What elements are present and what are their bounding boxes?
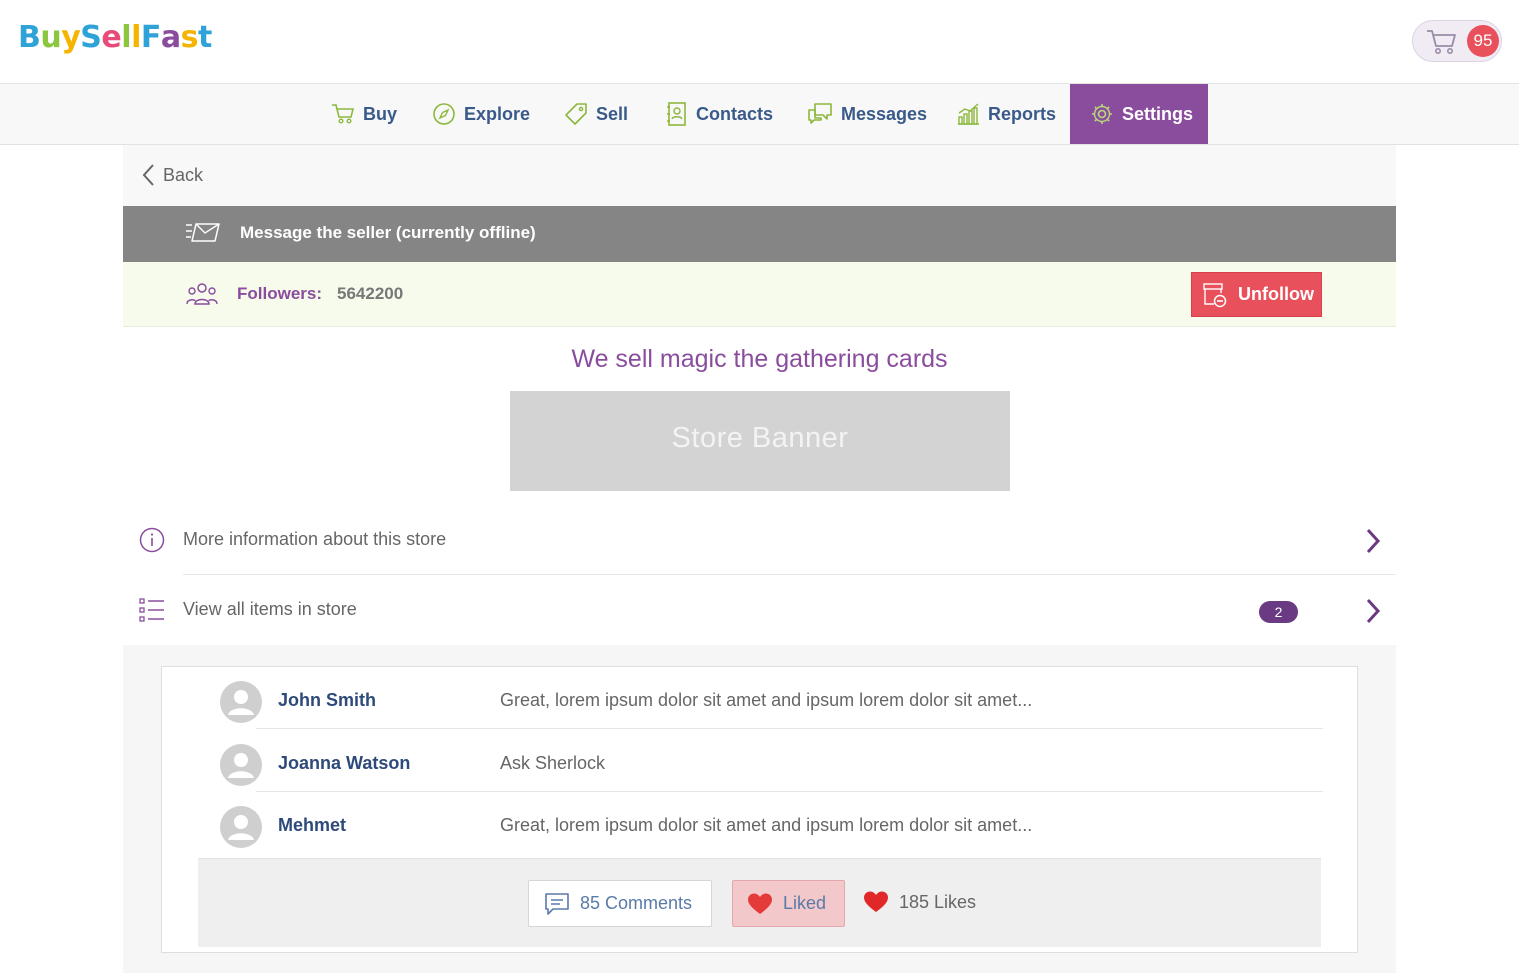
nav-label: Settings: [1122, 103, 1194, 124]
comment-text: Great, lorem ipsum dolor sit amet and ip…: [500, 690, 1033, 710]
liked-button[interactable]: Liked: [732, 880, 845, 927]
logo-letter: S: [80, 20, 102, 55]
logo-letter: s: [180, 20, 199, 55]
likes-count-label: 185 Likes: [899, 891, 977, 912]
heart-icon: [748, 893, 772, 914]
logo-letter: e: [101, 20, 122, 55]
nav-label: Contacts: [696, 103, 774, 124]
chevron-right-icon: [1366, 598, 1381, 624]
divider: [256, 728, 1323, 729]
gear-icon: [1092, 104, 1112, 124]
followers-count: 5642200: [337, 284, 404, 303]
comment-text: Ask Sherlock: [500, 753, 606, 773]
comment-item: Mehmet Great, lorem ipsum dolor sit amet…: [198, 792, 1323, 854]
message-seller-label: Message the seller (currently offline): [240, 223, 536, 242]
followers-icon: [186, 283, 218, 305]
back-bar: Back: [123, 145, 1396, 206]
back-button[interactable]: Back: [141, 163, 203, 187]
nav-label: Explore: [464, 103, 531, 124]
tag-icon: [565, 103, 587, 125]
view-all-items-label: View all items in store: [183, 599, 357, 619]
comment-text: Great, lorem ipsum dolor sit amet and ip…: [500, 815, 1033, 835]
nav-item-settings[interactable]: Settings: [1070, 84, 1208, 144]
brand-logo[interactable]: BuySellFast: [18, 20, 212, 55]
store-banner: Store Banner: [510, 391, 1010, 491]
cart-icon: [1427, 30, 1456, 54]
chevron-left-icon: [142, 164, 154, 186]
store-page: Back Message the seller (currently offli…: [123, 145, 1396, 973]
comments-button[interactable]: 85 Comments: [528, 880, 712, 927]
likes-count: 185 Likes: [863, 890, 976, 914]
compass-icon: [433, 103, 455, 125]
avatar: [220, 806, 262, 848]
cart-count-badge: 95: [1467, 25, 1499, 57]
nav-label: Messages: [841, 103, 928, 124]
comment-item: John Smith Great, lorem ipsum dolor sit …: [198, 667, 1323, 729]
nav-item-sell[interactable]: Sell: [544, 84, 648, 144]
chevron-right-icon: [1366, 528, 1381, 554]
comment-author[interactable]: John Smith: [278, 690, 376, 711]
comment-author[interactable]: Joanna Watson: [278, 753, 410, 774]
logo-letter: a: [160, 20, 181, 55]
store-info-label: More information about this store: [183, 529, 447, 549]
nav-item-explore[interactable]: Explore: [412, 84, 550, 144]
message-seller-bar[interactable]: Message the seller (currently offline): [123, 206, 1396, 262]
info-icon: [139, 527, 165, 553]
bar-chart-icon: [958, 103, 979, 125]
nav-item-reports[interactable]: Reports: [936, 84, 1076, 144]
list-icon: [139, 598, 164, 622]
store-remove-icon: [1203, 282, 1227, 307]
back-label: Back: [163, 164, 204, 185]
app-header: BuySellFast 95: [0, 0, 1519, 84]
comment-author[interactable]: Mehmet: [278, 815, 346, 836]
comment-item: Joanna Watson Ask Sherlock: [198, 730, 1323, 792]
followers-label: Followers:: [237, 284, 323, 303]
nav-item-messages[interactable]: Messages: [787, 84, 947, 144]
nav-item-contacts[interactable]: Contacts: [646, 84, 793, 144]
user-icon: [228, 753, 254, 778]
avatar: [220, 744, 262, 786]
nav-label: Reports: [988, 103, 1057, 124]
unfollow-label: Unfollow: [1238, 284, 1314, 304]
nav-item-buy[interactable]: Buy: [311, 84, 417, 144]
comments-button-label: 85 Comments: [580, 893, 693, 913]
store-info-row[interactable]: More information about this store: [123, 505, 1396, 575]
comment-icon: [545, 892, 569, 915]
nav-label: Sell: [596, 103, 629, 124]
user-icon: [228, 815, 254, 840]
unfollow-button[interactable]: Unfollow: [1191, 272, 1322, 317]
user-icon: [228, 690, 254, 715]
store-title: We sell magic the gathering cards: [571, 345, 948, 373]
main-nav: Buy Explore Sell Contacts Messages Repor…: [0, 84, 1519, 145]
logo-letter: u: [40, 20, 62, 55]
envelope-send-icon: [186, 223, 220, 242]
view-all-items-row[interactable]: View all items in store 2: [123, 575, 1396, 645]
logo-letter: B: [18, 20, 41, 55]
cart-button[interactable]: 95: [1412, 20, 1502, 62]
logo-letter: F: [140, 20, 162, 55]
logo-letter: l: [131, 20, 141, 55]
followers-bar: Followers: 5642200 Unfollow: [123, 262, 1396, 327]
items-count-badge: 2: [1259, 601, 1298, 623]
liked-button-label: Liked: [783, 893, 827, 913]
logo-letter: l: [121, 20, 132, 55]
heart-icon: [864, 891, 888, 912]
logo-letter: y: [61, 20, 81, 55]
logo-letter: t: [197, 20, 212, 55]
cart-icon: [332, 104, 355, 124]
chat-bubbles-icon: [808, 103, 832, 124]
comments-card: John Smith Great, lorem ipsum dolor sit …: [161, 666, 1358, 953]
avatar: [220, 681, 262, 723]
nav-label: Buy: [363, 103, 398, 124]
contacts-book-icon: [667, 102, 686, 126]
comment-actions-bar: 85 Comments Liked 185 Likes: [198, 858, 1321, 947]
